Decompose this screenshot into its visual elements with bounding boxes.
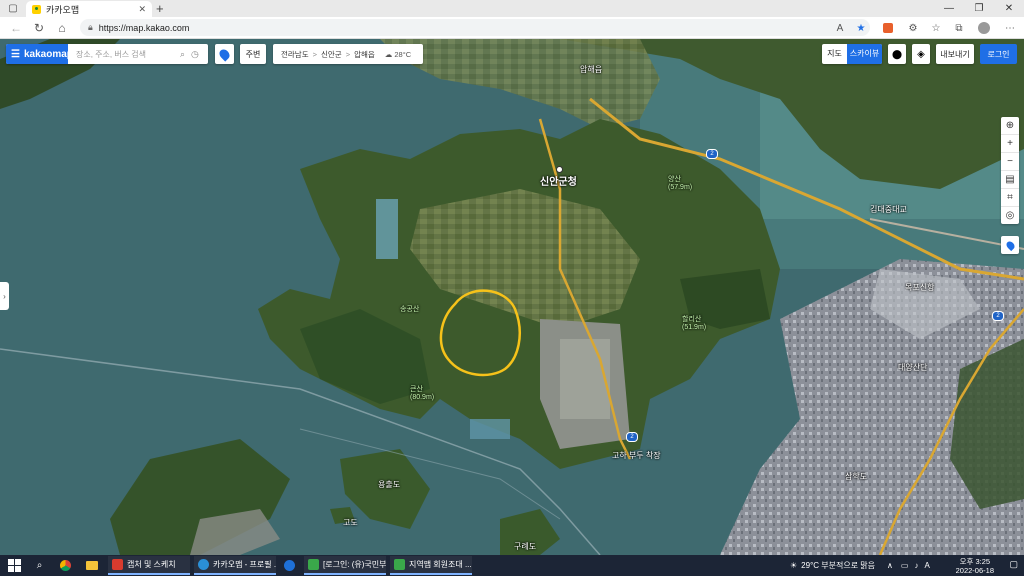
my-location-button[interactable]	[1001, 236, 1019, 254]
lock-icon: 🔒︎	[88, 22, 93, 32]
pin-icon	[1004, 239, 1016, 251]
taskbar-app-regional[interactable]: 지역맵 회원조대 ...	[390, 556, 472, 575]
map-label-bridge: 김대중대교	[870, 205, 907, 214]
map-type-map[interactable]: 지도	[822, 44, 847, 64]
weather-indicator: ☁ 28°C	[384, 49, 412, 59]
map-search-bar: ☰ kakaomap ⌕ ◷	[6, 44, 208, 64]
windows-start-icon[interactable]	[8, 559, 21, 572]
side-panel-toggle[interactable]: ›	[0, 282, 9, 310]
ruler-icon[interactable]: ◎	[1001, 207, 1019, 224]
road-number-badge: 2	[992, 311, 1004, 321]
taskbar-app-snip[interactable]: 캡처 및 스케치	[108, 556, 190, 575]
tab-close-icon[interactable]: ✕	[138, 4, 146, 15]
zoom-in-button[interactable]: +	[1001, 135, 1019, 153]
favorites-icon[interactable]: ☆	[928, 20, 944, 36]
map-type-skyview[interactable]: 스카이뷰	[847, 44, 882, 64]
search-icon[interactable]: ⌕	[180, 49, 185, 60]
favorite-star-icon[interactable]: ★	[853, 20, 869, 36]
browser-tab-bar: ▢ 카카오맵 ✕ + — ❐ ✕	[0, 0, 1024, 17]
url-text: https://map.kakao.com	[98, 22, 190, 33]
taskbar-app-login[interactable]: [로그인: (유)국민부...	[304, 556, 386, 575]
read-aloud-icon[interactable]: A	[832, 20, 848, 36]
location-pin-button[interactable]: ⬤	[888, 44, 906, 64]
taskbar-clock[interactable]: 오후 3:25 2022-06-18	[956, 557, 994, 575]
app-icon	[394, 559, 405, 570]
app-icon	[308, 559, 319, 570]
fullscreen-icon[interactable]: ⌗	[1001, 189, 1019, 207]
file-explorer-icon[interactable]	[84, 558, 99, 573]
map-label-mountain-3: 할리산 (51.9m)	[682, 316, 707, 331]
windows-taskbar: ⌕ 캡처 및 스케치 카카오맵 - 프로필 ... [로그인: (유)국민부..…	[0, 555, 1024, 576]
browser-address-bar: ← ↻ ⌂ 🔒︎ https://map.kakao.com A ★ ⚙ ☆ ⧉…	[0, 17, 1024, 39]
map-label-island-2: 구례도	[514, 542, 537, 551]
map-label-port-2: 목포신항	[905, 283, 935, 292]
map-label-mountain-1: 송공산	[400, 306, 420, 313]
tray-chevron-icon[interactable]: ∧	[887, 561, 893, 570]
map-label-mountain-4: 양산 (57.9m)	[668, 176, 693, 191]
crosshair-icon[interactable]: ⊕	[1001, 117, 1019, 135]
road-number-badge: 2	[706, 149, 718, 159]
map-label-island-3: 고도	[343, 518, 358, 527]
road-number-badge: 2	[626, 432, 638, 442]
map-label-area-1: 삼학도	[845, 472, 868, 481]
taskbar-weather[interactable]: 29°C 부분적으로 맑음	[801, 560, 875, 571]
teamviewer-icon[interactable]	[282, 558, 297, 573]
pin-icon: ⬤	[891, 48, 903, 59]
map-label-mountain-2: 큰산 (80.9m)	[410, 386, 435, 401]
map-search-input[interactable]	[74, 48, 178, 60]
extension-icon[interactable]	[880, 20, 896, 36]
route-pin-button[interactable]	[215, 44, 234, 64]
more-menu-icon[interactable]: ⋯	[1002, 20, 1018, 36]
network-icon[interactable]: ▭	[901, 561, 909, 570]
roadview-icon[interactable]: ▤	[1001, 171, 1019, 189]
menu-icon[interactable]: ☰	[11, 49, 20, 60]
chrome-icon[interactable]	[58, 558, 73, 573]
snip-icon	[112, 559, 123, 570]
home-icon[interactable]: ⌂	[54, 20, 70, 36]
browser-tab[interactable]: 카카오맵 ✕	[26, 1, 152, 17]
edge-icon	[198, 559, 209, 570]
map-label-island-1: 용출도	[378, 480, 401, 489]
ime-icon[interactable]: A	[924, 561, 929, 570]
volume-icon[interactable]: ♪	[914, 561, 918, 570]
new-tab-icon[interactable]: +	[156, 0, 164, 17]
system-tray: ☀ 29°C 부분적으로 맑음 ∧ ▭ ♪ A	[790, 555, 930, 576]
back-icon[interactable]: ←	[8, 20, 24, 36]
map-label-county-office: 신안군청	[540, 177, 577, 188]
pin-icon	[217, 46, 232, 62]
maximize-icon[interactable]: ❐	[964, 0, 994, 17]
refresh-icon[interactable]: ↻	[31, 20, 47, 36]
profile-avatar[interactable]	[976, 20, 992, 36]
map-label-top: 압해읍	[580, 65, 603, 74]
layers-icon: ◈	[917, 48, 925, 60]
taskbar-app-edge[interactable]: 카카오맵 - 프로필 ...	[194, 556, 276, 575]
notification-icon[interactable]: ▢	[1009, 559, 1018, 570]
puzzle-icon[interactable]: ⚙	[905, 20, 921, 36]
weather-icon: ☀	[790, 561, 798, 570]
layers-button[interactable]: ◈	[912, 44, 930, 64]
map-type-toggle: 지도 스카이뷰	[822, 44, 882, 64]
zoom-out-button[interactable]: −	[1001, 153, 1019, 171]
url-field[interactable]: 🔒︎ https://map.kakao.com	[80, 19, 870, 36]
close-window-icon[interactable]: ✕	[994, 0, 1024, 17]
map-label-area-2: 대양산단	[898, 363, 928, 372]
kakaomap-logo[interactable]: ☰ kakaomap	[6, 44, 73, 64]
search-icon[interactable]: ⌕	[32, 558, 47, 573]
satellite-map[interactable]: 신안군청 압해읍 양산 (57.9m) 할리산 (51.9m) 큰산 (80.9m) …	[0, 39, 1024, 555]
login-button[interactable]: 로그인	[980, 44, 1017, 64]
collections-icon[interactable]: ⧉	[951, 20, 967, 36]
map-label-port-1: 고하 부두 착장	[612, 451, 661, 460]
nearby-button[interactable]: 주변	[240, 44, 266, 64]
region-breadcrumb[interactable]: 전라남도 > 신안군 > 압해읍 ☁ 28°C	[273, 44, 423, 64]
county-office-marker	[556, 166, 563, 173]
clock-icon[interactable]: ◷	[191, 49, 199, 60]
zoom-control: ⊕ + − ▤ ⌗ ◎	[1001, 117, 1019, 224]
tab-actions-icon[interactable]: ▢	[4, 0, 22, 17]
kakaomap-favicon-icon	[32, 4, 41, 14]
minimize-icon[interactable]: —	[934, 0, 964, 17]
tab-title: 카카오맵	[46, 4, 80, 15]
export-button[interactable]: 내보내기	[936, 44, 974, 64]
satellite-map-canvas	[0, 39, 1024, 555]
